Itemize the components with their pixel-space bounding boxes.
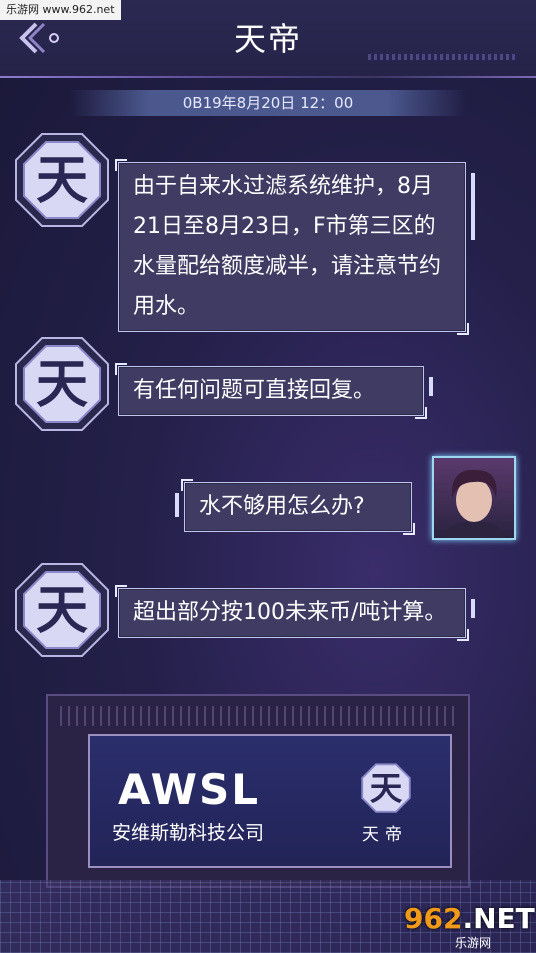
system-avatar-1: 天 (15, 133, 109, 227)
company-name: 安维斯勒科技公司 (112, 822, 265, 844)
svg-text:AWSL: AWSL (118, 766, 260, 810)
message-text: 由于自来水过滤系统维护，8月21日至8月23日，F市第三区的水量配给额度减半，请… (133, 174, 442, 319)
message-text: 有任何问题可直接回复。 (133, 378, 376, 403)
awsl-logo: AWSL (118, 766, 260, 810)
user-message-bubble: 水不够用怎么办? (175, 479, 415, 535)
user-portrait-icon (444, 469, 504, 538)
tianti-badge-icon: 天 (361, 763, 411, 813)
message-bubble-3: 超出部分按100未来币/吨计算。 (115, 585, 475, 641)
card-stripes (60, 706, 456, 726)
watermark-logo: 962.NET (404, 902, 535, 935)
watermark-top: 乐游网 www.962.net (0, 0, 121, 20)
message-text: 水不够用怎么办? (199, 494, 365, 519)
page-title: 天帝 (233, 20, 302, 58)
header-accent-line (0, 76, 536, 78)
svg-text:天: 天 (370, 769, 403, 807)
message-bubble-1: 由于自来水过滤系统维护，8月21日至8月23日，F市第三区的水量配给额度减半，请… (115, 159, 475, 335)
system-avatar-3: 天 (15, 563, 109, 657)
svg-text:天: 天 (36, 151, 88, 211)
svg-text:天: 天 (36, 581, 88, 641)
system-avatar-2: 天 (15, 337, 109, 431)
message-bubble-2: 有任何问题可直接回复。 (115, 363, 433, 419)
watermark-sub: 乐游网 (455, 936, 492, 950)
badge-label: 天帝 (362, 825, 408, 845)
message-timestamp: 0B19年8月20日 12：00 (70, 90, 466, 116)
svg-text:天: 天 (36, 355, 88, 415)
message-text: 超出部分按100未来币/吨计算。 (133, 600, 447, 625)
user-avatar (432, 456, 516, 540)
